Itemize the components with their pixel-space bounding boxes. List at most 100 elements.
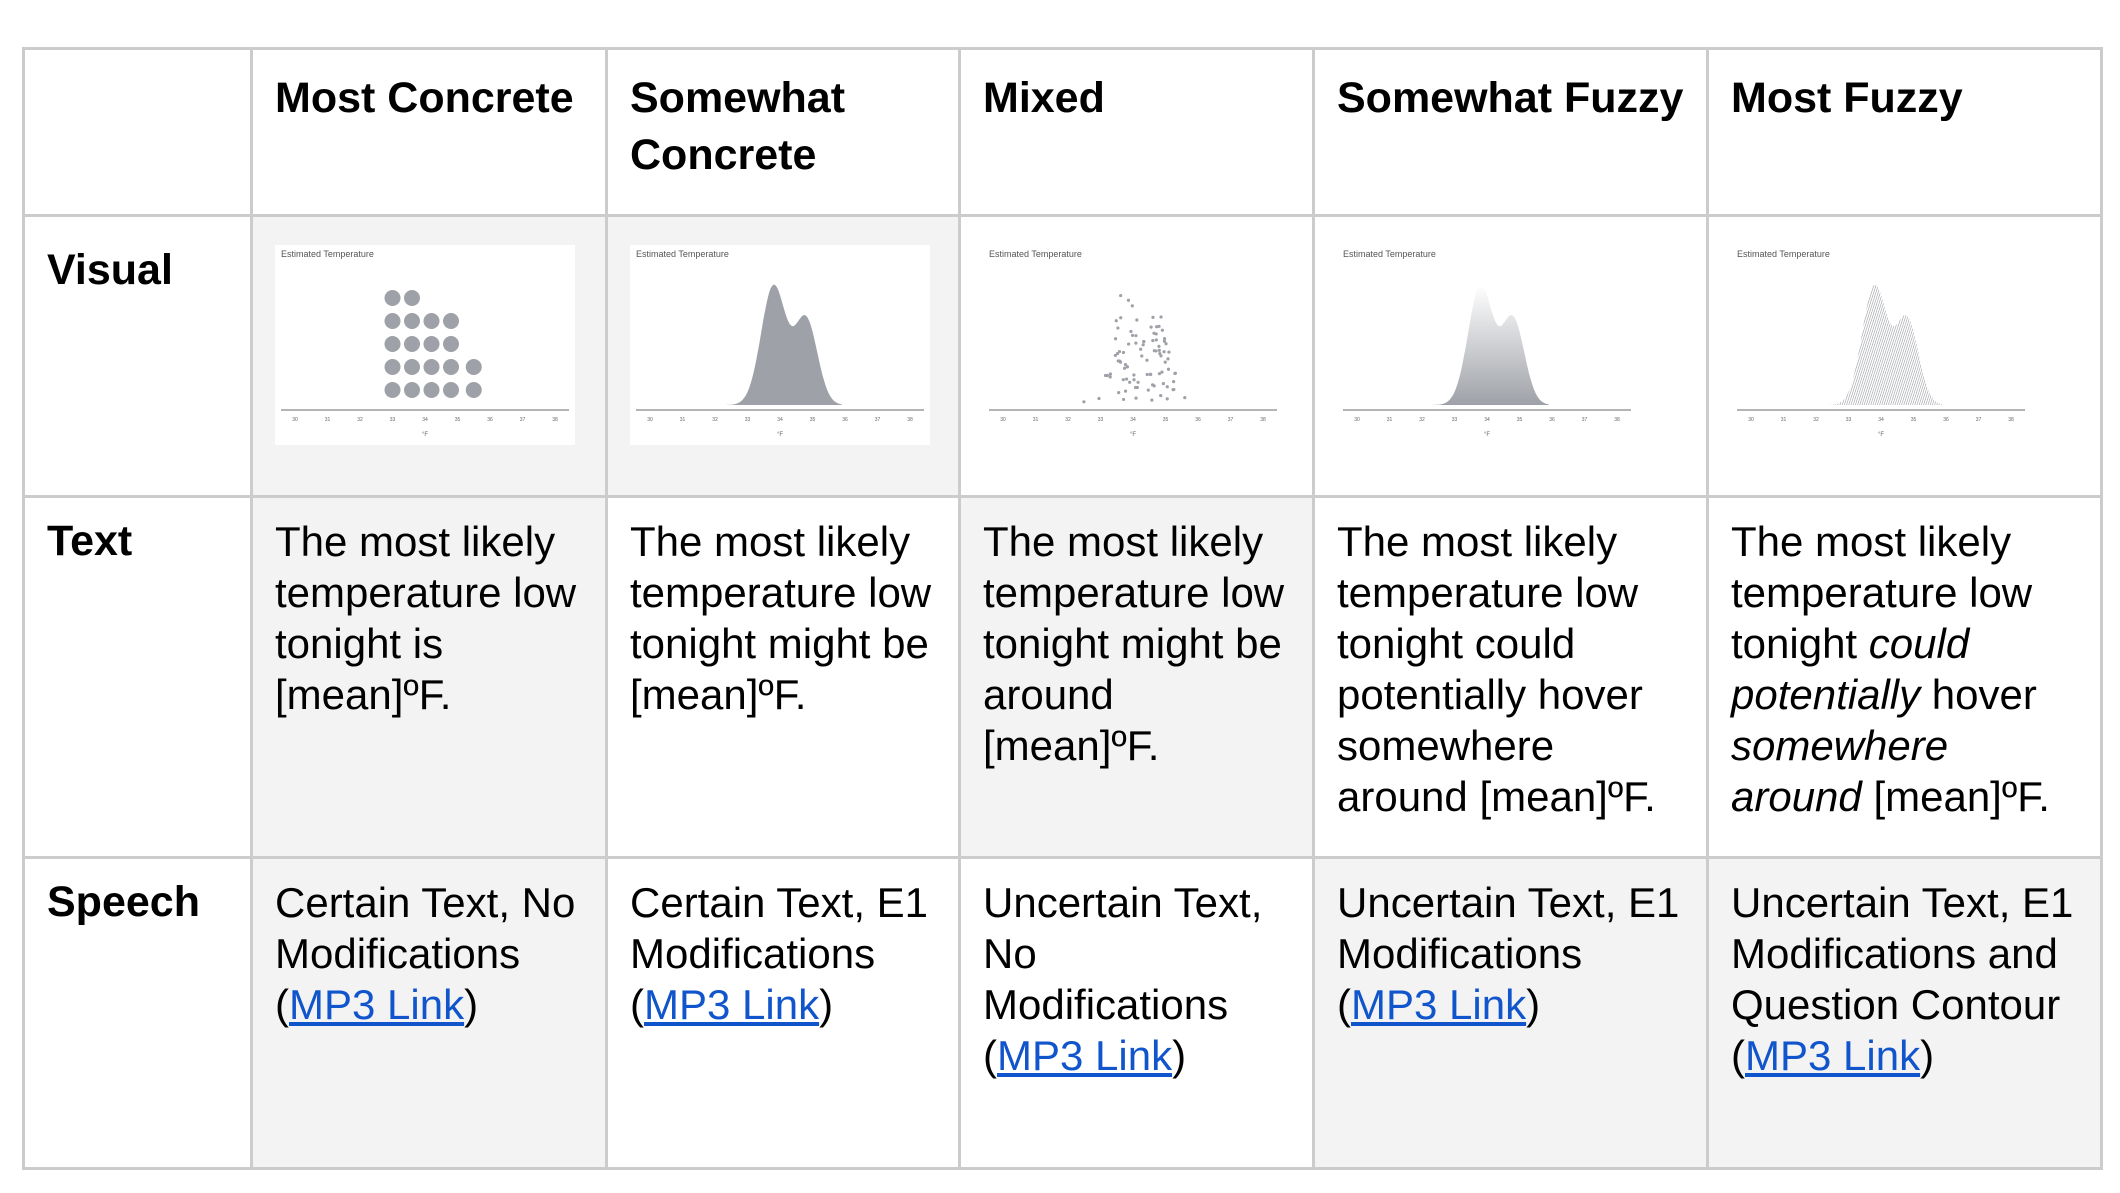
scatter-point xyxy=(1166,357,1170,361)
scatter-point xyxy=(1132,378,1136,382)
dot xyxy=(423,382,440,398)
scatter-point xyxy=(1134,334,1138,338)
x-axis-label: °F xyxy=(1130,432,1136,438)
scatter-point xyxy=(1082,400,1086,404)
scatter-point xyxy=(1117,390,1121,395)
scatter-point xyxy=(1121,350,1126,355)
scatter-point xyxy=(1130,333,1135,338)
x-tick-label: 31 xyxy=(680,417,686,423)
speech-description: Uncertain Text, E1 Modifications and Que… xyxy=(1731,879,2074,1028)
scatter-point xyxy=(1116,326,1120,330)
scatter-point xyxy=(1149,325,1153,329)
scatter-point xyxy=(1157,372,1162,376)
scatter-point xyxy=(1163,360,1167,364)
scatter-point xyxy=(1122,366,1127,370)
x-tick-label: 32 xyxy=(1419,417,1425,423)
text-part: [mean]ºF. xyxy=(1861,773,2050,820)
x-tick-label: 36 xyxy=(487,417,493,423)
dot xyxy=(404,313,420,329)
mp3-link[interactable]: MP3 Link xyxy=(289,981,464,1028)
visual-cell: Estimated Temperature 30 31 32 33 34 35 36 37 38 °… xyxy=(605,214,961,498)
text-cell: The most likely temperature low tonight … xyxy=(250,495,608,859)
scatter-point xyxy=(1162,339,1167,343)
x-tick-label: 34 xyxy=(1130,417,1136,423)
scatter-point xyxy=(1166,367,1171,371)
x-axis-label: °F xyxy=(1484,432,1490,438)
dot xyxy=(384,359,401,375)
scatter-point xyxy=(1146,388,1150,392)
text-part: hover xyxy=(1920,671,2037,718)
column-header: Somewhat Fuzzy xyxy=(1312,47,1709,217)
speech-cell: Certain Text, No Modifications (MP3 Link… xyxy=(250,856,608,1170)
dot xyxy=(423,336,440,352)
scatter-point xyxy=(1108,375,1112,379)
x-tick-label: 32 xyxy=(1813,417,1819,423)
dot xyxy=(384,382,401,398)
chart-title: Estimated Temperature xyxy=(636,249,729,259)
speech-description: Uncertain Text, E1 Modifications xyxy=(1337,879,1680,977)
scatter-point xyxy=(1150,398,1154,402)
scatter-point xyxy=(1103,373,1108,378)
x-tick-label: 30 xyxy=(1748,417,1754,423)
x-tick-label: 35 xyxy=(455,417,461,423)
mp3-link[interactable]: MP3 Link xyxy=(644,981,819,1028)
x-tick-label: 38 xyxy=(1260,417,1266,423)
scatter-point xyxy=(1151,338,1155,343)
column-header: Mixed xyxy=(958,47,1315,217)
scatter-point xyxy=(1124,377,1129,381)
mp3-link[interactable]: MP3 Link xyxy=(1351,981,1526,1028)
dot xyxy=(404,290,420,306)
x-tick-label: 36 xyxy=(1195,417,1201,423)
x-tick-label: 37 xyxy=(875,417,881,423)
mp3-link[interactable]: MP3 Link xyxy=(1745,1032,1920,1079)
scatter-point xyxy=(1136,380,1140,384)
x-tick-label: 35 xyxy=(1911,417,1917,423)
scatter-point xyxy=(1160,328,1164,332)
dot xyxy=(443,359,459,375)
scatter-point xyxy=(1161,382,1165,386)
chart-scatter: Estimated Temperature 30 31 32 33 34 35 36 37 38 °… xyxy=(983,245,1283,445)
x-axis-label: °F xyxy=(1878,432,1884,438)
speech-cell: Uncertain Text, No Modifications (MP3 Li… xyxy=(958,856,1315,1170)
visual-cell: Estimated Temperature 30 31 32 33 34 35 36 37 38 °… xyxy=(1706,214,2103,498)
row-label-visual: Visual xyxy=(22,214,253,498)
scatter-point xyxy=(1113,337,1118,341)
chart-title: Estimated Temperature xyxy=(1737,249,1830,259)
x-tick-label: 37 xyxy=(520,417,526,423)
dot xyxy=(384,290,401,306)
scatter-point xyxy=(1152,349,1156,353)
scatter-point xyxy=(1127,342,1131,346)
row-label-speech: Speech xyxy=(22,856,253,1170)
x-tick-label: 37 xyxy=(1582,417,1588,423)
x-tick-label: 34 xyxy=(422,417,428,423)
text-cell: The most likely temperature low tonight … xyxy=(605,495,961,859)
x-tick-label: 34 xyxy=(1484,417,1490,423)
scatter-point xyxy=(1130,304,1134,308)
visual-cell: Estimated Temperature 30 31 32 33 34 35 36 37 38 °… xyxy=(1312,214,1709,498)
x-tick-label: 32 xyxy=(357,417,363,423)
speech-cell: Uncertain Text, E1 Modifications (MP3 Li… xyxy=(1312,856,1709,1170)
x-tick-label: 36 xyxy=(842,417,848,423)
dot xyxy=(443,382,459,398)
chart-background xyxy=(983,245,1283,445)
x-tick-label: 32 xyxy=(1065,417,1071,423)
x-tick-label: 33 xyxy=(745,417,751,423)
visual-cell: Estimated Temperature 30 31 32 33 34 35 36 37 38 °… xyxy=(958,214,1315,498)
dot xyxy=(384,313,401,329)
mp3-link[interactable]: MP3 Link xyxy=(997,1032,1172,1079)
x-tick-label: 30 xyxy=(1354,417,1360,423)
scatter-point xyxy=(1129,329,1133,334)
visual-cell: Estimated Temperature 30 31 32 33 34 35 36 37 38 °… xyxy=(250,214,608,498)
scatter-point xyxy=(1152,384,1156,388)
scatter-point xyxy=(1142,340,1146,344)
scatter-point xyxy=(1165,385,1169,389)
x-tick-label: 30 xyxy=(1000,417,1006,423)
scatter-point xyxy=(1157,348,1161,352)
x-tick-label: 35 xyxy=(1517,417,1523,423)
x-tick-label: 34 xyxy=(777,417,783,423)
scatter-point xyxy=(1126,298,1131,302)
scatter-point xyxy=(1154,332,1158,336)
scatter-point xyxy=(1159,315,1163,319)
column-header: Somewhat Concrete xyxy=(605,47,961,217)
speech-description: Certain Text, E1 Modifications xyxy=(630,879,929,977)
